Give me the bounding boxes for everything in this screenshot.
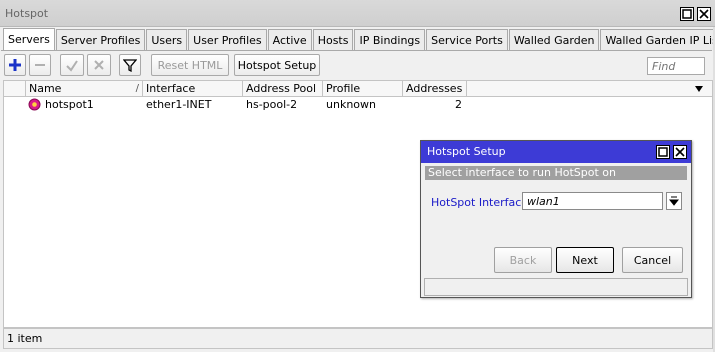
row-name: hotspot1 <box>45 98 94 111</box>
tab-walled-garden[interactable]: Walled Garden <box>508 29 600 50</box>
check-icon <box>66 60 78 72</box>
tab-server-profiles[interactable]: Server Profiles <box>55 29 146 50</box>
toolbar: Reset HTML Hotspot Setup <box>0 53 715 77</box>
column-header-interface[interactable]: Interface <box>143 81 243 97</box>
chevron-down-icon[interactable] <box>692 82 706 96</box>
filter-button[interactable] <box>119 54 141 76</box>
tab-panel-border <box>1 50 712 51</box>
tab-bar: Servers Server Profiles Users User Profi… <box>3 28 715 50</box>
next-button[interactable]: Next <box>556 247 614 273</box>
maximize-icon[interactable] <box>680 7 694 21</box>
hotspot-setup-dialog: Hotspot Setup Select interface to run Ho… <box>420 140 692 298</box>
remove-button[interactable] <box>29 54 51 76</box>
row-address-pool: hs-pool-2 <box>246 98 298 111</box>
back-button[interactable]: Back <box>494 247 552 273</box>
column-header-marker[interactable] <box>4 81 26 97</box>
dialog-maximize-icon[interactable] <box>656 145 670 159</box>
close-icon[interactable] <box>697 7 711 21</box>
row-profile: unknown <box>326 98 376 111</box>
sort-icon: / <box>135 83 139 94</box>
plus-icon <box>9 59 21 71</box>
tab-active[interactable]: Active <box>267 29 312 50</box>
status-bar: 1 item <box>3 328 713 349</box>
chevron-down-icon <box>669 196 679 206</box>
row-interface: ether1-INET <box>146 98 212 111</box>
dialog-titlebar[interactable]: Hotspot Setup <box>421 141 691 163</box>
enable-button[interactable] <box>60 54 84 76</box>
dialog-message: Select interface to run HotSpot on <box>425 166 687 180</box>
interface-dropdown-button[interactable] <box>666 192 682 210</box>
dialog-status-bar <box>424 278 688 296</box>
table-header: Name / Interface Address Pool Profile Ad… <box>4 81 712 97</box>
tab-walled-garden-ip-list[interactable]: Walled Garden IP List <box>600 29 715 50</box>
minus-icon <box>35 64 45 66</box>
add-button[interactable] <box>4 54 26 76</box>
row-addresses: 2 <box>455 98 462 111</box>
column-header-address-pool[interactable]: Address Pool <box>243 81 323 97</box>
column-header-name[interactable]: Name / <box>26 81 143 97</box>
cancel-button[interactable]: Cancel <box>622 247 683 273</box>
tab-hosts[interactable]: Hosts <box>312 29 354 50</box>
filter-icon <box>123 59 137 72</box>
x-icon <box>94 60 104 70</box>
tab-service-ports[interactable]: Service Ports <box>426 29 508 50</box>
column-header-profile[interactable]: Profile <box>323 81 403 97</box>
disable-button[interactable] <box>87 54 111 76</box>
tab-user-profiles[interactable]: User Profiles <box>188 29 267 50</box>
dialog-close-icon[interactable] <box>673 145 687 159</box>
table-row[interactable]: hotspot1 ether1-INET hs-pool-2 unknown 2 <box>4 97 712 112</box>
dialog-title: Hotspot Setup <box>427 145 506 158</box>
hotspot-interface-field[interactable] <box>522 192 663 210</box>
tab-users[interactable]: Users <box>146 29 188 50</box>
tab-servers[interactable]: Servers <box>3 28 55 50</box>
column-header-addresses[interactable]: Addresses ... <box>403 81 467 97</box>
find-input[interactable] <box>647 57 705 75</box>
hotspot-interface-label: HotSpot Interface: <box>431 196 532 209</box>
window-title: Hotspot <box>5 7 49 20</box>
reset-html-button[interactable]: Reset HTML <box>151 54 229 76</box>
window-titlebar[interactable]: Hotspot <box>0 0 715 27</box>
tab-ip-bindings[interactable]: IP Bindings <box>354 29 426 50</box>
hotspot-setup-button[interactable]: Hotspot Setup <box>234 54 320 76</box>
